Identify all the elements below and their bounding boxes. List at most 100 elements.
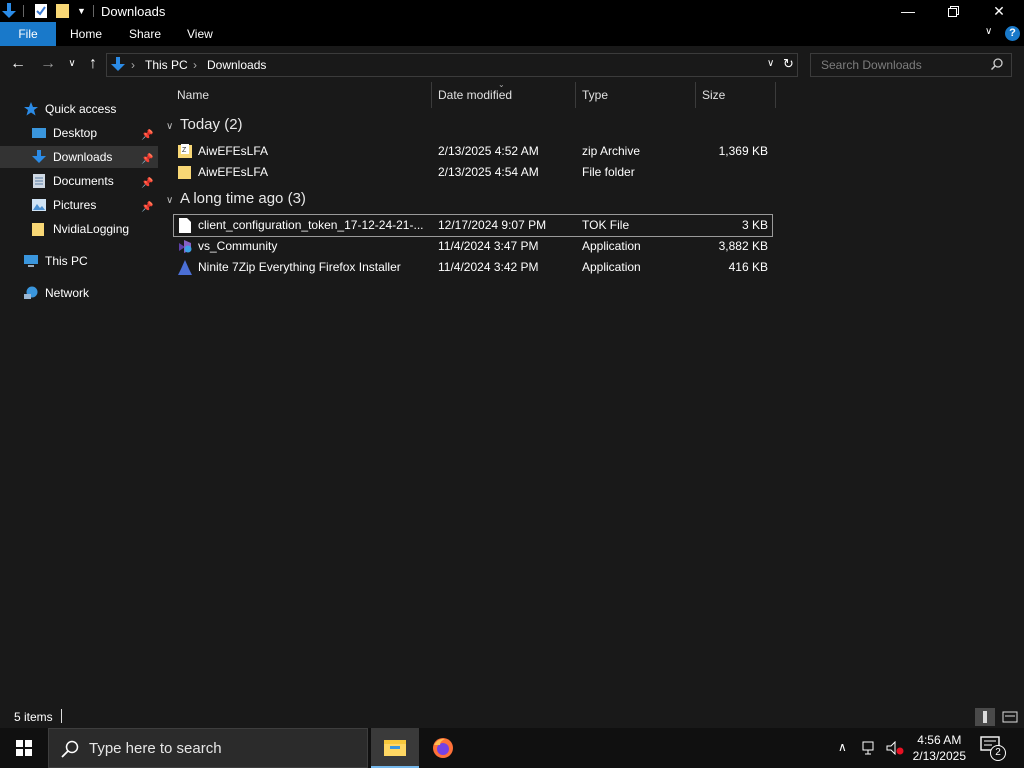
column-header-size[interactable]: Size (702, 82, 725, 108)
tab-share[interactable]: Share (115, 22, 175, 46)
restore-button[interactable] (930, 0, 976, 22)
desktop-icon (32, 128, 46, 138)
minimize-button[interactable]: — (885, 0, 931, 22)
file-size: 3 KB (741, 218, 768, 232)
up-arrow-icon[interactable]: ↑ (83, 54, 103, 74)
address-bar[interactable]: › This PC › Downloads ∨ ↻ (106, 53, 798, 77)
window-title: Downloads (101, 4, 166, 19)
breadcrumb-downloads[interactable]: Downloads (207, 58, 266, 72)
nav-label: Quick access (45, 102, 117, 116)
firefox-taskbar-button[interactable] (420, 728, 468, 768)
file-size: 416 KB (728, 260, 768, 274)
group-header[interactable]: ∨ Today (2) (166, 116, 243, 133)
column-separator[interactable] (775, 82, 776, 108)
nav-item-downloads[interactable]: Downloads 📌 (0, 146, 158, 168)
nav-this-pc[interactable]: This PC (0, 250, 158, 272)
tab-view[interactable]: View (173, 22, 227, 46)
clock-time: 4:56 AM (917, 733, 962, 747)
file-row[interactable]: AiwEFEsLFA 2/13/2025 4:54 AM File folder (174, 162, 772, 183)
file-type: Application (582, 260, 641, 274)
divider (23, 5, 24, 17)
recent-locations-icon[interactable]: ∨ (62, 54, 82, 74)
ribbon-tabs: File Home Share View ∨ ? (0, 22, 1024, 46)
pin-icon[interactable]: 📌 (141, 125, 153, 147)
column-header-date[interactable]: Date modified (438, 82, 512, 108)
file-list: Name ⌄ Date modified Type Size ∨ Today (2… (158, 80, 1024, 705)
file-row[interactable]: vs_Community 11/4/2024 3:47 PM Applicati… (174, 236, 772, 257)
column-separator[interactable] (431, 82, 432, 108)
group-label: Today (2) (180, 116, 243, 133)
ninite-icon (178, 260, 192, 275)
breadcrumb-this-pc[interactable]: This PC (145, 58, 188, 72)
column-separator[interactable] (575, 82, 576, 108)
notification-count-badge: 2 (990, 745, 1006, 761)
expand-ribbon-icon[interactable]: ∨ (985, 26, 992, 37)
column-header-name[interactable]: Name (177, 82, 209, 108)
pin-icon[interactable]: 📌 (141, 149, 153, 171)
help-icon[interactable]: ? (1005, 26, 1020, 41)
pin-icon[interactable]: 📌 (141, 173, 153, 195)
file-explorer-icon (384, 740, 406, 756)
customize-toolbar-icon[interactable]: ▼ (77, 3, 86, 19)
column-header-type[interactable]: Type (582, 82, 608, 108)
file-type: TOK File (582, 218, 630, 232)
start-button[interactable] (0, 728, 48, 768)
search-input[interactable] (819, 57, 983, 73)
divider (61, 709, 62, 723)
properties-icon[interactable] (34, 3, 48, 19)
show-hidden-icons[interactable]: ∧ (838, 740, 847, 754)
taskbar-search[interactable]: Type here to search (48, 728, 368, 768)
address-dropdown-icon[interactable]: ∨ (767, 58, 774, 69)
file-icon (179, 218, 191, 233)
file-explorer-taskbar-button[interactable] (371, 728, 419, 768)
file-date: 11/4/2024 3:42 PM (438, 260, 539, 274)
file-date: 11/4/2024 3:47 PM (438, 239, 539, 253)
nav-item-desktop[interactable]: Desktop 📌 (0, 122, 158, 144)
tab-home[interactable]: Home (56, 22, 116, 46)
nav-item-pictures[interactable]: Pictures 📌 (0, 194, 158, 216)
nav-item-nvidialogging[interactable]: NvidiaLogging (0, 218, 158, 240)
clock[interactable]: 4:56 AM 2/13/2025 (913, 732, 966, 764)
search-icon[interactable] (991, 58, 1003, 70)
notifications-button[interactable]: 2 (980, 736, 1006, 761)
file-row[interactable]: client_configuration_token_17-12-24-21-.… (173, 214, 773, 237)
search-box[interactable] (810, 53, 1012, 77)
downloads-arrow-icon (111, 57, 125, 71)
network-status-icon[interactable] (862, 741, 878, 755)
details-view-button[interactable] (975, 708, 995, 726)
file-size: 1,369 KB (718, 144, 768, 158)
status-bar: 5 items (0, 705, 1024, 728)
nav-label: Network (45, 286, 90, 300)
file-row[interactable]: Ninite 7Zip Everything Firefox Installer… (174, 257, 772, 278)
visual-studio-icon (179, 240, 192, 253)
volume-muted-icon[interactable] (886, 741, 904, 755)
nav-label: NvidiaLogging (53, 222, 130, 236)
clock-date: 2/13/2025 (912, 749, 966, 763)
nav-item-documents[interactable]: Documents 📌 (0, 170, 158, 192)
file-row[interactable]: Z AiwEFEsLFA 2/13/2025 4:52 AM zip Archi… (174, 141, 772, 162)
file-name: AiwEFEsLFA (198, 165, 269, 179)
column-separator[interactable] (695, 82, 696, 108)
search-icon (61, 740, 79, 758)
refresh-icon[interactable]: ↻ (783, 56, 794, 72)
nav-network[interactable]: Network (0, 282, 158, 304)
nav-label: Desktop (53, 126, 98, 140)
address-row: ← → ∨ ↑ › This PC › Downloads ∨ ↻ (0, 46, 1024, 80)
back-arrow-icon[interactable]: ← (8, 54, 28, 74)
file-date: 2/13/2025 4:54 AM (438, 165, 539, 179)
tab-file[interactable]: File (0, 22, 56, 46)
close-button[interactable]: ✕ (976, 0, 1022, 22)
taskbar-search-placeholder: Type here to search (89, 740, 222, 757)
nav-label: This PC (45, 254, 88, 268)
group-header[interactable]: ∨ A long time ago (3) (166, 190, 306, 207)
pin-icon[interactable]: 📌 (141, 197, 153, 219)
large-icons-view-button[interactable] (1000, 708, 1020, 726)
svg-text:Z: Z (182, 147, 187, 154)
file-name: client_configuration_token_17-12-24-21-.… (198, 218, 424, 232)
forward-arrow-icon[interactable]: → (38, 54, 58, 74)
new-folder-icon[interactable] (56, 3, 70, 19)
nav-quick-access[interactable]: Quick access (0, 98, 158, 120)
file-type: File folder (582, 165, 635, 179)
nav-label: Pictures (53, 198, 97, 212)
documents-icon (33, 174, 45, 188)
